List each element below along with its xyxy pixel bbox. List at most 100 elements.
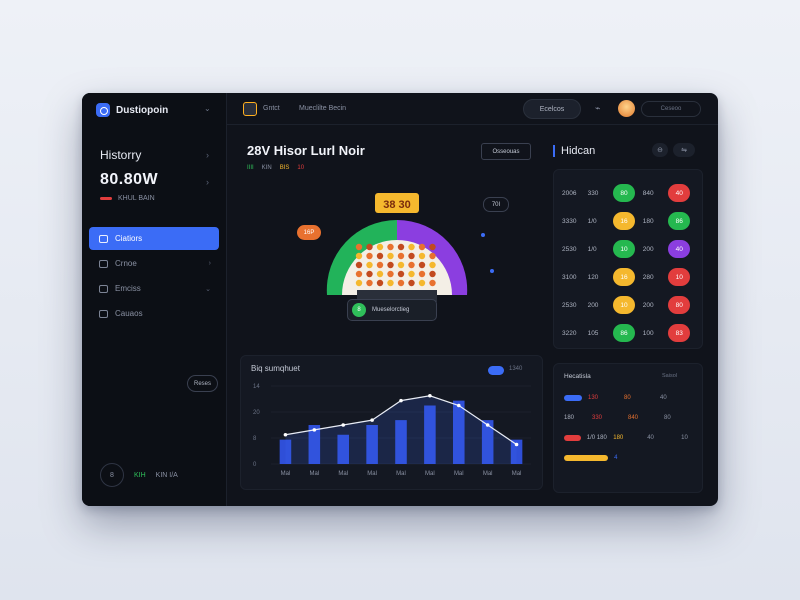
chart-point[interactable]	[514, 442, 519, 447]
odds-badge[interactable]: 40	[668, 240, 691, 258]
odds-badge[interactable]: 40	[668, 184, 691, 202]
list-cell: 180	[564, 415, 575, 421]
wheel-number-chip[interactable]	[387, 279, 394, 287]
wheel-number-chip[interactable]	[408, 252, 415, 260]
list-item[interactable]: 4	[564, 452, 696, 464]
wheel-number-chip[interactable]	[366, 270, 373, 278]
wheel-number-chip[interactable]	[355, 270, 363, 278]
swap-icon[interactable]: ⇋	[673, 143, 695, 157]
sidebar-item-2[interactable]: Emciss ⌄	[89, 277, 219, 300]
bell-icon[interactable]: ⌁	[595, 103, 600, 114]
brand[interactable]: Dustiopoin	[96, 103, 168, 117]
odds-badge[interactable]: 86	[613, 324, 635, 342]
wheel-number-chip[interactable]	[429, 252, 436, 260]
odds-badge[interactable]: 83	[668, 324, 691, 342]
wheel-number-chip[interactable]	[429, 270, 436, 278]
toggle-icon[interactable]: ⊖	[652, 143, 668, 157]
odds-badge[interactable]: 80	[613, 184, 635, 202]
wheel-number-chip[interactable]	[418, 279, 426, 287]
wheel-number-chip[interactable]	[355, 261, 363, 269]
sidebar-item-1[interactable]: Crnoe ›	[89, 252, 219, 275]
user-menu[interactable]: Ceseoo	[641, 101, 701, 117]
wheel-number-chip[interactable]	[429, 243, 436, 251]
wheel-number-chip[interactable]	[418, 270, 426, 278]
roulette-wheel[interactable]: 38 30	[287, 175, 507, 315]
wheel-number-chip[interactable]	[397, 270, 405, 278]
wheel-number-chip[interactable]	[418, 261, 426, 269]
sidebar-item-3[interactable]: Cauaos	[89, 302, 219, 325]
footer-text: KIN I/A	[155, 471, 178, 479]
main-area: Gntct Mueclilte Becin Ecelcos ⌁ Ceseoo 2…	[227, 93, 718, 506]
topbar-breadcrumb[interactable]: Mueclilte Becin	[299, 105, 346, 112]
wheel-number-chip[interactable]	[397, 261, 405, 269]
app-icon[interactable]	[243, 102, 257, 116]
wheel-number-chip[interactable]	[418, 252, 426, 260]
wheel-number-chip[interactable]	[408, 270, 415, 278]
odds-badge[interactable]: 86	[668, 212, 691, 230]
list-filter[interactable]: Saisol	[662, 373, 677, 379]
chart-point[interactable]	[341, 423, 346, 427]
wheel-number-chip[interactable]	[397, 252, 405, 260]
wheel-number-chip[interactable]	[355, 243, 363, 251]
wheel-number-chip[interactable]	[355, 279, 363, 287]
wheel-number-chip[interactable]	[397, 243, 405, 251]
wheel-number-chip[interactable]	[366, 279, 373, 287]
odds-badge[interactable]: 10	[613, 240, 635, 258]
wheel-number-chip[interactable]	[429, 279, 436, 287]
grid-cell: 2530	[562, 245, 577, 253]
list-cell: 80	[624, 395, 631, 401]
wheel-number-chip[interactable]	[366, 261, 373, 269]
chevron-right-icon[interactable]: ›	[206, 177, 209, 187]
game-action-button[interactable]: Osseouas	[481, 143, 531, 160]
chevron-down-icon[interactable]: ⌄	[204, 104, 211, 113]
wheel-footer[interactable]: 8 Mueselorctieg	[347, 299, 437, 321]
wheel-tag-right[interactable]: 70I	[483, 197, 509, 212]
chart-point[interactable]	[312, 428, 317, 432]
topbar-button[interactable]: Ecelcos	[523, 99, 581, 119]
chart-point[interactable]	[283, 432, 288, 437]
chart-point[interactable]	[456, 403, 461, 408]
user-avatar[interactable]: 8	[100, 463, 124, 487]
wheel-number-chip[interactable]	[376, 252, 384, 260]
odds-badge[interactable]: 10	[668, 268, 691, 286]
chart-point[interactable]	[485, 423, 490, 427]
wheel-number-chip[interactable]	[387, 261, 394, 269]
wheel-number-chip[interactable]	[418, 243, 426, 251]
chart-point[interactable]	[370, 418, 374, 422]
odds-badge[interactable]: 16	[613, 212, 635, 230]
wheel-number-chip[interactable]	[376, 270, 384, 278]
wheel-number-chip[interactable]	[408, 279, 415, 287]
odds-badge[interactable]: 16	[613, 268, 635, 286]
x-tick-label: Mal	[483, 471, 493, 477]
wheel-number-chip[interactable]	[408, 243, 415, 251]
wheel-number-chip[interactable]	[387, 270, 394, 278]
chart-point[interactable]	[399, 398, 403, 403]
sidebar-item-0[interactable]: Ciatiors	[89, 227, 219, 250]
avatar[interactable]	[618, 100, 635, 117]
list-item[interactable]: 1/0 180 180 40 10	[564, 432, 696, 444]
grid-cell: 100	[642, 329, 654, 337]
wheel-number-chip[interactable]	[429, 261, 436, 269]
list-item[interactable]: 180 330 840 80	[564, 412, 696, 424]
list-item[interactable]: 130 80 40	[564, 392, 696, 404]
wheel-number-chip[interactable]	[387, 252, 394, 260]
sidebar-action-button[interactable]: Reses	[187, 375, 218, 392]
chart-point[interactable]	[428, 393, 432, 398]
wheel-number-chip[interactable]	[355, 252, 363, 260]
wheel-number-chip[interactable]	[376, 279, 384, 287]
wheel-tag-left[interactable]: 16P	[297, 225, 321, 240]
wheel-number-chip[interactable]	[387, 243, 394, 251]
wheel-number-chip[interactable]	[376, 243, 384, 251]
chart-panel: Biq sumqhuet 1340 14 20 8 0 Mal Mal Mal Mal Mal M…	[240, 355, 543, 490]
grid-row: 2006 330 80 840 40	[562, 182, 698, 204]
odds-badge[interactable]: 80	[668, 296, 691, 314]
wheel-number-chip[interactable]	[366, 243, 373, 251]
chevron-right-icon[interactable]: ›	[206, 150, 209, 160]
sidebar-item-label: Cauaos	[115, 309, 143, 318]
wheel-number-chip[interactable]	[397, 279, 405, 287]
wheel-number-chip[interactable]	[408, 261, 415, 269]
odds-badge[interactable]: 10	[613, 296, 635, 314]
topbar-label[interactable]: Gntct	[263, 105, 280, 112]
wheel-number-chip[interactable]	[376, 261, 384, 269]
wheel-number-chip[interactable]	[366, 252, 373, 260]
